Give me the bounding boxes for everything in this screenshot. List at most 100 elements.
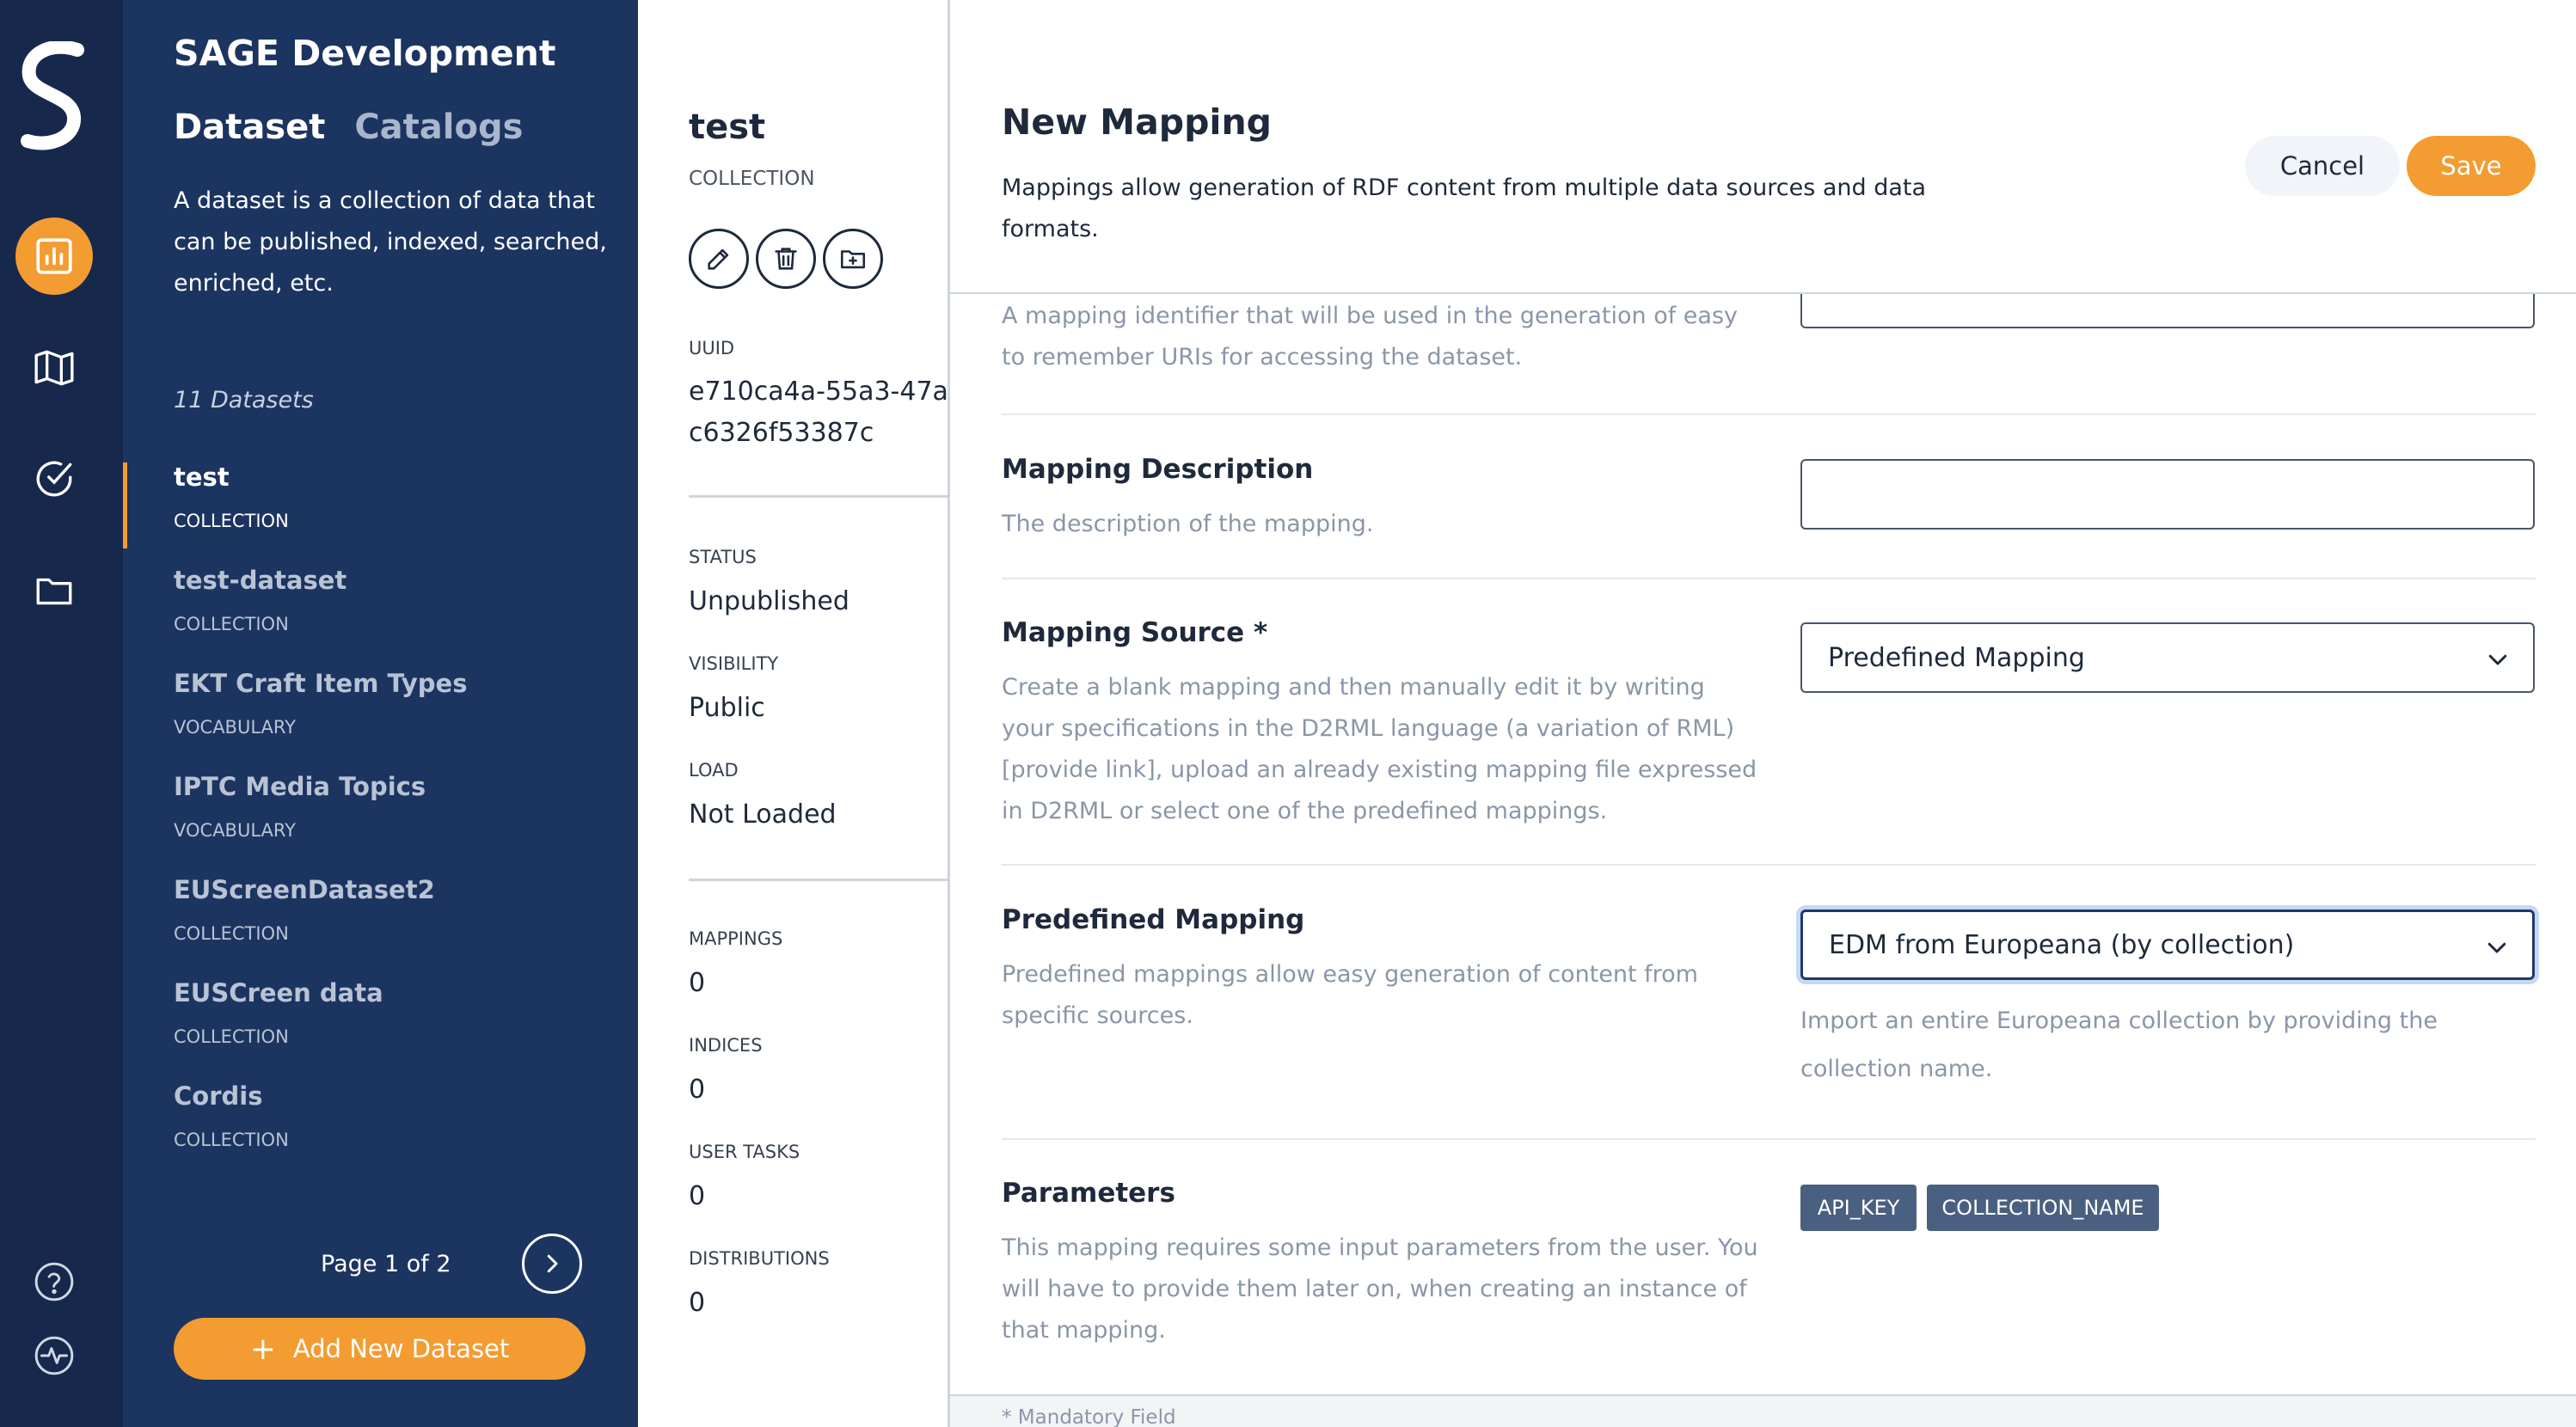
modal-description: Mappings allow generation of RDF content… (1002, 175, 1927, 242)
mapping-identifier-description: A mapping identifier that will be used i… (1002, 303, 1739, 371)
modal-title: New Mapping (1002, 101, 1273, 143)
dataset-actions (689, 229, 883, 289)
predefined-mapping-label: Predefined Mapping (1002, 904, 1305, 935)
list-item-name: test (174, 462, 230, 492)
uuid-value-line1: e710ca4a-55a3-47a8 (689, 377, 948, 407)
distributions-value: 0 (689, 1288, 706, 1318)
help-icon (34, 1262, 74, 1301)
mandatory-note: * Mandatory Field (1002, 1406, 1176, 1427)
list-item[interactable]: EUSCreen data COLLECTION (123, 978, 638, 1064)
add-folder-button[interactable] (823, 229, 883, 289)
icon-rail (0, 0, 123, 1427)
tab-dataset[interactable]: Dataset (174, 107, 325, 147)
pagination-label: Page 1 of 2 (321, 1251, 451, 1277)
divider (689, 879, 948, 881)
divider (1002, 413, 2536, 415)
list-item-name: test-dataset (174, 566, 347, 595)
nav-datasets-button[interactable] (15, 217, 93, 295)
visibility-label: VISIBILITY (689, 653, 779, 674)
list-item[interactable]: IPTC Media Topics VOCABULARY (123, 772, 638, 858)
mappings-label: MAPPINGS (689, 928, 783, 949)
uuid-value-line2: c6326f53387c (689, 418, 874, 448)
predefined-mapping-value: EDM from Europeana (by collection) (1829, 929, 2295, 960)
dataset-list-panel: SAGE Development Dataset Catalogs A data… (123, 0, 638, 1427)
uuid-label: UUID (689, 338, 735, 358)
plus-icon: + (249, 1331, 276, 1367)
user-tasks-value: 0 (689, 1181, 706, 1211)
mapping-source-select[interactable]: Predefined Mapping (1800, 622, 2535, 693)
edit-button[interactable] (689, 229, 749, 289)
tab-catalogs[interactable]: Catalogs (354, 107, 523, 147)
delete-button[interactable] (756, 229, 816, 289)
cancel-button[interactable]: Cancel (2245, 136, 2400, 196)
mappings-value: 0 (689, 968, 706, 998)
dataset-detail-panel: test COLLECTION UUID e710ca4a-55a3-47a8 … (638, 0, 948, 1427)
parameter-badge: API_KEY (1800, 1185, 1917, 1231)
list-item-type: VOCABULARY (174, 717, 296, 738)
visibility-value: Public (689, 693, 765, 723)
parameters-label: Parameters (1002, 1178, 1175, 1209)
next-page-button[interactable] (522, 1234, 582, 1294)
mapping-source-label: Mapping Source * (1002, 617, 1268, 648)
modal-footer: * Mandatory Field (950, 1394, 2576, 1427)
list-item[interactable]: test-dataset COLLECTION (123, 566, 638, 652)
load-value: Not Loaded (689, 799, 837, 830)
indices-value: 0 (689, 1075, 706, 1105)
folder-icon (36, 578, 72, 605)
divider (1002, 864, 2536, 866)
list-item-name: EUScreenDataset2 (174, 875, 435, 904)
list-item-name: IPTC Media Topics (174, 772, 426, 801)
add-dataset-button[interactable]: + Add New Dataset (174, 1318, 586, 1380)
mapping-description-input[interactable] (1800, 459, 2535, 530)
new-mapping-modal: A mapping identifier that will be used i… (948, 0, 2576, 1427)
nav-map-button[interactable] (15, 329, 93, 407)
folder-plus-icon (840, 250, 866, 269)
status-label: STATUS (689, 547, 757, 567)
modal-header: New Mapping Mappings allow generation of… (950, 0, 2576, 294)
map-icon (34, 350, 74, 386)
mapping-source-value: Predefined Mapping (1828, 642, 2085, 673)
add-dataset-label: Add New Dataset (292, 1334, 510, 1363)
save-button[interactable]: Save (2407, 136, 2536, 196)
list-item-name: EUSCreen data (174, 978, 383, 1007)
trash-icon (775, 248, 797, 270)
dataset-count: 11 Datasets (174, 387, 314, 413)
list-item[interactable]: Cordis COLLECTION (123, 1081, 638, 1167)
list-item-type: COLLECTION (174, 923, 289, 944)
divider (1002, 578, 2536, 579)
chevron-down-icon (2488, 654, 2507, 665)
nav-files-button[interactable] (15, 552, 93, 629)
list-item-name: Cordis (174, 1081, 263, 1111)
project-title: SAGE Development (174, 33, 556, 74)
mapping-source-help: Create a blank mapping and then manually… (1002, 674, 1757, 824)
activity-icon (34, 1336, 74, 1375)
list-item[interactable]: EUScreenDataset2 COLLECTION (123, 875, 638, 961)
list-item-name: EKT Craft Item Types (174, 669, 468, 698)
dataset-type: COLLECTION (689, 168, 815, 190)
list-item[interactable]: EKT Craft Item Types VOCABULARY (123, 669, 638, 755)
mapping-description-help: The description of the mapping. (1002, 511, 1374, 537)
status-value: Unpublished (689, 586, 849, 616)
list-item-type: VOCABULARY (174, 820, 296, 841)
distributions-label: DISTRIBUTIONS (689, 1248, 830, 1269)
sage-logo-icon[interactable] (17, 41, 89, 153)
list-item-type: COLLECTION (174, 511, 289, 531)
nav-tasks-button[interactable] (15, 440, 93, 518)
list-item-type: COLLECTION (174, 614, 289, 634)
help-button[interactable] (15, 1243, 93, 1320)
activity-button[interactable] (15, 1317, 93, 1394)
predefined-mapping-hint: Import an entire Europeana collection by… (1800, 1007, 2438, 1082)
check-circle-icon (36, 461, 72, 497)
list-item-type: COLLECTION (174, 1130, 289, 1150)
parameters-help: This mapping requires some input paramet… (1002, 1234, 1758, 1344)
divider (689, 495, 948, 498)
chevron-right-icon (547, 1254, 558, 1273)
list-item[interactable]: test COLLECTION (123, 462, 638, 548)
predefined-mapping-select[interactable]: EDM from Europeana (by collection) (1800, 909, 2535, 980)
chart-icon (36, 238, 72, 274)
parameter-badge: COLLECTION_NAME (1927, 1185, 2159, 1231)
edit-icon (708, 248, 729, 270)
predefined-mapping-help: Predefined mappings allow easy generatio… (1002, 961, 1698, 1029)
load-label: LOAD (689, 760, 739, 781)
chevron-down-icon (2487, 942, 2506, 953)
